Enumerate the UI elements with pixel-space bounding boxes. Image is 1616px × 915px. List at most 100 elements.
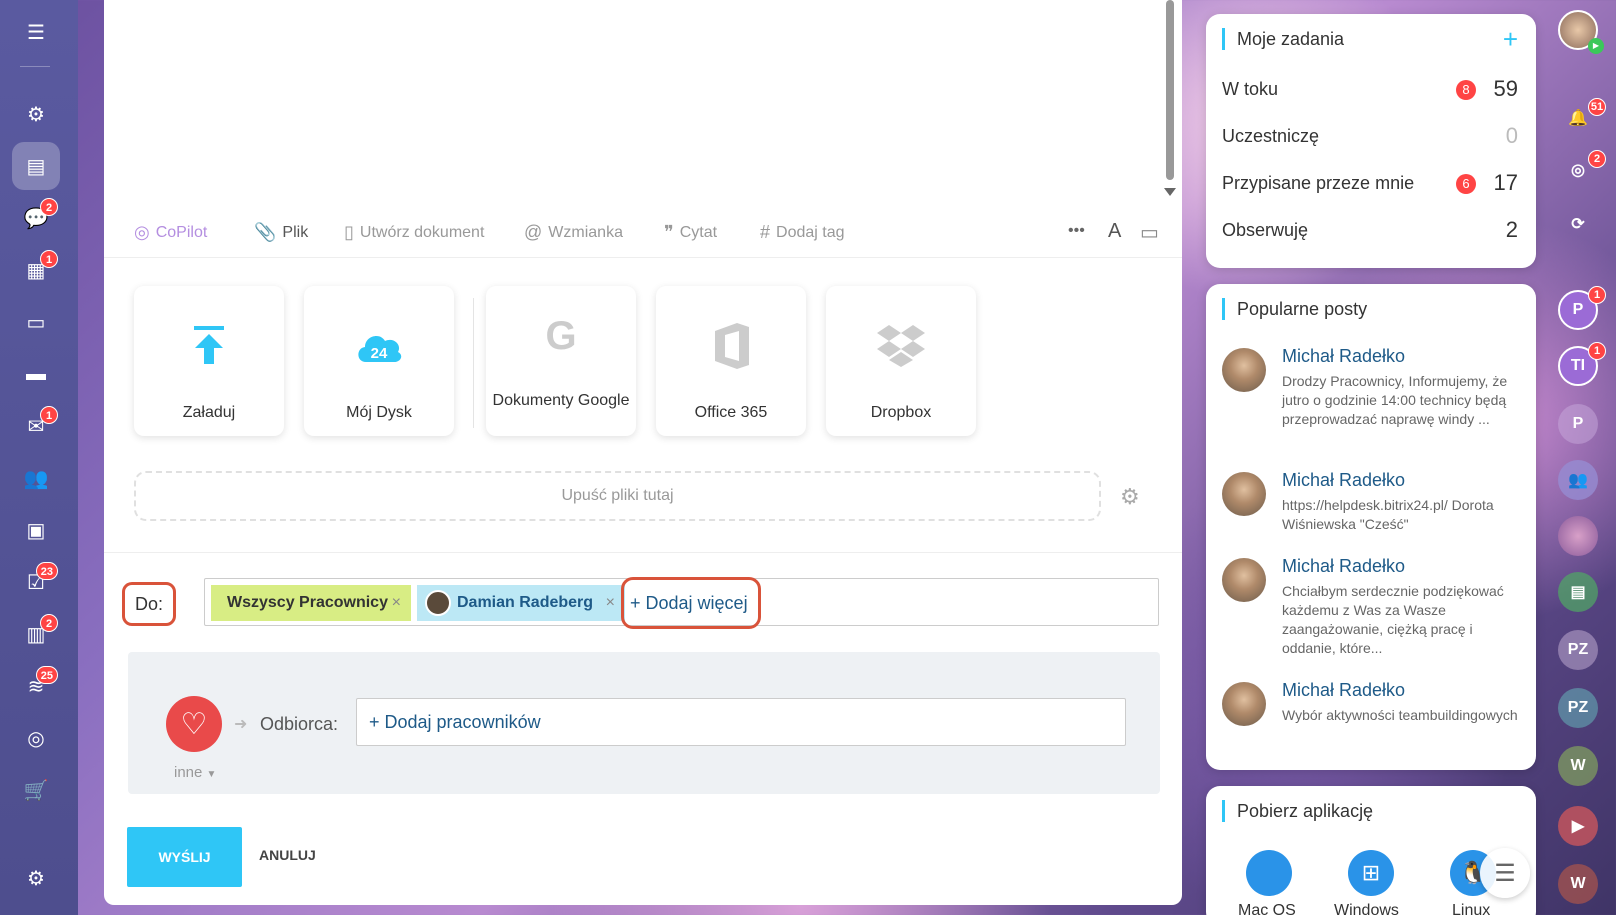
calendar-icon[interactable]: ▦ 1	[12, 246, 60, 294]
post-author[interactable]: Michał Radełko	[1282, 346, 1405, 367]
google-icon: G	[545, 313, 577, 358]
avatar	[425, 590, 451, 616]
chat-group-avatar[interactable]: 👥	[1546, 460, 1610, 504]
download-apps-widget: Pobierz aplikację Mac OS ⊞ Windows 🐧 Lin…	[1206, 786, 1536, 915]
tasks-icon[interactable]: ☑ 23	[12, 558, 60, 606]
document-icon[interactable]: ▭	[12, 298, 60, 346]
calendar-badge: 1	[40, 250, 58, 268]
google-docs-tile[interactable]: G Dokumenty Google	[486, 286, 636, 436]
chat-avatar-pz1[interactable]: PZ	[1546, 630, 1610, 674]
add-task-button[interactable]: +	[1503, 24, 1518, 55]
tiles-divider	[473, 298, 474, 428]
group-icon: 👥	[1558, 460, 1598, 500]
activity-badge: 2	[1588, 150, 1606, 168]
chat-icon[interactable]: 💬 2	[12, 194, 60, 242]
document-icon: ▯	[344, 222, 354, 242]
svg-text:24: 24	[371, 345, 388, 362]
post-author[interactable]: Michał Radełko	[1282, 680, 1405, 701]
employees-icon[interactable]: 👥	[12, 454, 60, 502]
camera-icon: ▶	[1558, 806, 1598, 846]
video-call-button[interactable]: ▶	[1546, 806, 1610, 850]
chat-avatar-p[interactable]: P 1	[1546, 286, 1610, 334]
sidebar-divider	[20, 66, 50, 67]
scrollbar[interactable]	[1164, 0, 1176, 200]
crm-badge: 2	[40, 614, 58, 632]
hamburger-menu-icon[interactable]: ☰	[12, 8, 60, 56]
post-author[interactable]: Michał Radełko	[1282, 470, 1405, 491]
mention-button[interactable]: @ Wzmianka	[524, 222, 623, 243]
post-author[interactable]: Michał Radełko	[1282, 556, 1405, 577]
chat-image-avatar[interactable]	[1546, 516, 1610, 560]
apple-icon[interactable]	[1246, 850, 1292, 896]
send-button[interactable]: WYŚLIJ	[127, 827, 242, 887]
my-drive-tile[interactable]: 24 Mój Dysk	[304, 286, 454, 436]
arrow-right-icon: ➜	[234, 716, 248, 733]
activity-button[interactable]: ◎ 2	[1546, 150, 1610, 194]
dropbox-tile[interactable]: Dropbox	[826, 286, 976, 436]
close-icon[interactable]: ×	[392, 585, 401, 621]
menu-icon[interactable]: ☰	[1480, 848, 1530, 898]
unread-badge: 1	[1588, 342, 1606, 360]
settings-icon[interactable]: ⚙	[12, 854, 60, 902]
cancel-button[interactable]: ANULUJ	[259, 847, 316, 863]
sitemap-icon[interactable]: ⚙	[12, 90, 60, 138]
font-button[interactable]: A	[1108, 220, 1121, 243]
app-label[interactable]: Windows	[1334, 902, 1399, 915]
copilot-button[interactable]: ◎ CoPilot	[134, 222, 207, 243]
recipient-chip-user[interactable]: Damian Radeberg ×	[417, 585, 625, 621]
drive-icon[interactable]: ▬	[12, 350, 60, 398]
chat-message-avatar[interactable]: ▤	[1546, 572, 1610, 616]
presentation-icon[interactable]: ▣	[12, 506, 60, 554]
add-tag-button[interactable]: # Dodaj tag	[760, 222, 845, 243]
app-label[interactable]: Linux	[1452, 902, 1490, 915]
widget-title: Pobierz aplikację	[1222, 800, 1373, 822]
recipient-chip-all[interactable]: Wszyscy Pracownicy ×	[211, 585, 411, 621]
more-icon[interactable]: •••	[1068, 222, 1085, 240]
notifications-button[interactable]: 🔔 51	[1546, 98, 1610, 142]
task-row-assigned[interactable]: Przypisane przeze mnie 6 17	[1222, 168, 1518, 198]
office365-tile[interactable]: Office 365	[656, 286, 806, 436]
add-employees-field[interactable]: + Dodaj pracowników	[356, 698, 1126, 746]
feed-icon[interactable]: ▤	[12, 142, 60, 190]
task-row-observing[interactable]: Obserwuję 2	[1222, 215, 1518, 245]
create-document-button[interactable]: ▯ Utwórz dokument	[344, 222, 484, 243]
layout-icon[interactable]: ▭	[1140, 220, 1159, 245]
app-label[interactable]: Mac OS	[1238, 902, 1296, 915]
quote-button[interactable]: ❞ Cytat	[664, 222, 717, 243]
chat-badge: 2	[40, 198, 58, 216]
filter-icon[interactable]: ≋ 25	[12, 662, 60, 710]
widget-title: Popularne posty	[1222, 298, 1367, 320]
file-button[interactable]: 📎 Plik	[254, 222, 308, 243]
upload-icon	[134, 316, 284, 376]
heart-icon[interactable]: ♡	[166, 696, 222, 752]
chat-avatar-ti[interactable]: TI 1	[1546, 342, 1610, 390]
chat-avatar-p2[interactable]: P	[1546, 404, 1610, 448]
kudos-type-select[interactable]: inne ▼	[174, 764, 216, 781]
unread-badge: 1	[1588, 286, 1606, 304]
sync-icon[interactable]: ⟳	[1558, 204, 1598, 244]
filter-badge: 25	[35, 666, 58, 684]
scrollbar-thumb[interactable]	[1166, 0, 1174, 180]
scroll-down-icon[interactable]	[1164, 188, 1176, 196]
popular-posts-widget: Popularne posty Michał Radełko Drodzy Pra…	[1206, 284, 1536, 770]
chat-avatar-w2[interactable]: W	[1546, 864, 1610, 908]
upload-tile[interactable]: Załaduj	[134, 286, 284, 436]
mail-icon[interactable]: ✉ 1	[12, 402, 60, 450]
recipients-field[interactable]: Wszyscy Pracownicy × Damian Radeberg × + D…	[204, 577, 1159, 629]
chat-avatar-pz2[interactable]: PZ	[1546, 688, 1610, 732]
close-icon[interactable]: ×	[606, 585, 615, 621]
add-more-button[interactable]: + Dodaj więcej	[621, 577, 761, 629]
task-row-in-progress[interactable]: W toku 8 59	[1222, 74, 1518, 104]
windows-icon[interactable]: ⊞	[1348, 850, 1394, 896]
editor-toolbar: ◎ CoPilot 📎 Plik ▯ Utwórz dokument @ Wzmiank…	[104, 210, 1182, 258]
user-avatar-block[interactable]: ▶	[1546, 10, 1610, 70]
chat-avatar-w1[interactable]: W	[1546, 746, 1610, 790]
drop-zone[interactable]: Upuść pliki tutaj	[134, 471, 1101, 521]
task-count: 2	[1505, 217, 1518, 242]
sync-button[interactable]: ⟳	[1546, 204, 1610, 248]
target-icon[interactable]: ◎	[12, 714, 60, 762]
gear-icon[interactable]: ⚙	[1120, 484, 1140, 510]
crm-icon[interactable]: ▥ 2	[12, 610, 60, 658]
task-row-participating[interactable]: Uczestniczę 0	[1222, 121, 1518, 151]
cart-icon[interactable]: 🛒	[12, 766, 60, 814]
